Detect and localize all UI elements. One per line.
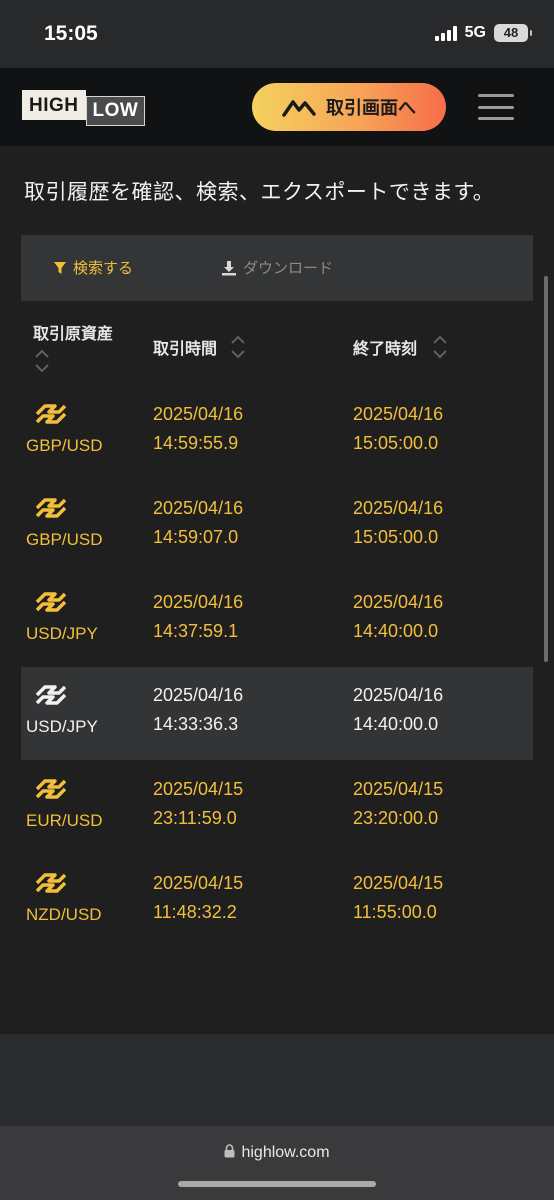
currency-pair-icon [35, 873, 67, 893]
end-time: 14:40:00.0 [353, 621, 439, 641]
currency-pair: EUR/USD [26, 811, 103, 830]
highlow-logo[interactable]: HIGH LOW [22, 88, 146, 126]
url-display[interactable]: highlow.com [0, 1144, 554, 1162]
currency-pair: USD/JPY [26, 624, 98, 643]
currency-pair-icon [35, 404, 67, 424]
trade-history-page: 取引履歴を確認、検索、エクスポートできます。 検索する ダウンロード 取引原資産… [0, 146, 554, 1034]
network-type: 5G [464, 24, 486, 41]
filter-icon [54, 261, 66, 274]
table-row[interactable]: USD/JPY 2025/04/16 14:37:59.1 2025/04/16… [21, 574, 533, 667]
end-date: 2025/04/16 [353, 592, 444, 612]
currency-pair-icon [35, 779, 67, 799]
logo-low-text: LOW [85, 96, 146, 126]
table-row[interactable]: NZD/USD 2025/04/15 11:48:32.2 2025/04/15… [21, 855, 533, 948]
open-time: 14:37:59.1 [153, 621, 239, 641]
page-footer [0, 1034, 554, 1126]
download-button[interactable]: ダウンロード [221, 257, 333, 278]
status-indicators: 5G 48 [434, 24, 532, 42]
end-time: 11:55:00.0 [353, 902, 437, 922]
end-time: 15:05:00.0 [353, 527, 439, 547]
table-row[interactable]: GBP/USD 2025/04/16 14:59:07.0 2025/04/16… [21, 480, 533, 573]
url-text: highlow.com [241, 1144, 330, 1161]
end-time: 14:40:00.0 [353, 714, 439, 734]
browser-url-bar[interactable]: highlow.com [0, 1126, 554, 1200]
status-time: 15:05 [44, 22, 98, 45]
open-time: 11:48:32.2 [153, 902, 237, 922]
open-time: 23:11:59.0 [153, 808, 237, 828]
search-label: 検索する [73, 259, 134, 277]
download-icon [222, 260, 236, 275]
download-label: ダウンロード [243, 259, 334, 277]
currency-pair: NZD/USD [26, 905, 102, 924]
currency-pair-icon [35, 592, 67, 612]
sort-icon [231, 335, 245, 359]
column-header-asset[interactable]: 取引原資産 [33, 321, 123, 374]
currency-pair-icon [35, 685, 67, 705]
app-header: HIGH LOW 取引画面へ [0, 68, 554, 146]
table-row-selected[interactable]: USD/JPY 2025/04/16 14:33:36.3 2025/04/16… [21, 667, 533, 760]
end-date: 2025/04/15 [353, 779, 444, 799]
lock-icon [224, 1144, 235, 1158]
home-indicator[interactable] [178, 1181, 376, 1187]
signal-icon [434, 25, 457, 41]
open-date: 2025/04/15 [153, 779, 244, 799]
logo-high-text: HIGH [22, 90, 86, 120]
hamburger-menu-icon[interactable] [478, 94, 514, 120]
open-date: 2025/04/16 [153, 498, 244, 518]
open-date: 2025/04/15 [153, 873, 244, 893]
open-date: 2025/04/16 [153, 592, 244, 612]
history-toolbar: 検索する ダウンロード [21, 235, 533, 301]
sort-icon [35, 349, 49, 372]
currency-pair: GBP/USD [26, 436, 103, 455]
currency-pair: USD/JPY [26, 717, 98, 736]
table-row[interactable]: EUR/USD 2025/04/15 23:11:59.0 2025/04/15… [21, 761, 533, 854]
open-date: 2025/04/16 [153, 685, 244, 705]
trade-button-label: 取引画面へ [326, 98, 416, 119]
sort-icon [433, 335, 447, 359]
battery-icon: 48 [494, 24, 532, 42]
end-date: 2025/04/16 [353, 498, 444, 518]
column-header-end-time[interactable]: 終了時刻 [353, 334, 449, 360]
open-time: 14:33:36.3 [153, 714, 239, 734]
status-bar: 15:05 5G 48 [0, 0, 554, 68]
table-row[interactable]: GBP/USD 2025/04/16 14:59:55.9 2025/04/16… [21, 386, 533, 479]
end-time-header-label: 終了時刻 [353, 339, 418, 358]
open-time: 14:59:07.0 [153, 527, 239, 547]
page-intro-text: 取引履歴を確認、検索、エクスポートできます。 [24, 180, 495, 204]
search-button[interactable]: 検索する [53, 257, 133, 278]
open-time-header-label: 取引時間 [153, 339, 218, 358]
go-to-trading-button[interactable]: 取引画面へ [252, 83, 446, 131]
open-time: 14:59:55.9 [153, 433, 239, 453]
open-date: 2025/04/16 [153, 404, 244, 424]
end-time: 23:20:00.0 [353, 808, 439, 828]
scrollbar[interactable] [544, 276, 548, 662]
asset-header-label: 取引原資産 [33, 324, 114, 343]
chart-line-icon [282, 100, 316, 117]
currency-pair: GBP/USD [26, 530, 103, 549]
column-header-open-time[interactable]: 取引時間 [153, 334, 247, 360]
end-time: 15:05:00.0 [353, 433, 439, 453]
currency-pair-icon [35, 498, 67, 518]
end-date: 2025/04/16 [353, 685, 444, 705]
end-date: 2025/04/15 [353, 873, 444, 893]
end-date: 2025/04/16 [353, 404, 444, 424]
